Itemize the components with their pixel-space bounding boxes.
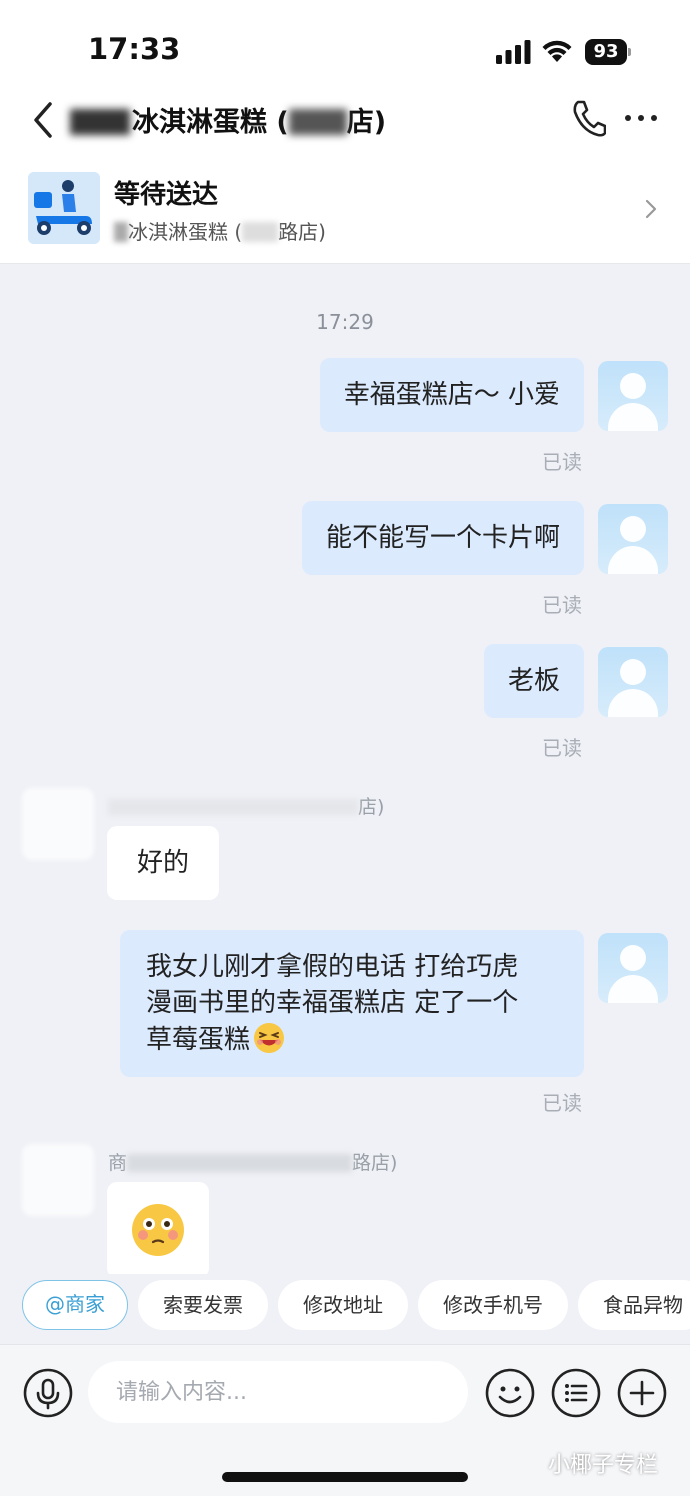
- chat-area[interactable]: 17:29 幸福蛋糕店～ 小爱 已读 能不能写一个卡片啊 已读 老板 已读 店)…: [0, 264, 690, 1274]
- sender-name-suffix: 店): [358, 796, 385, 818]
- message-line: 漫画书里的幸福蛋糕店 定了一个: [146, 988, 519, 1018]
- order-shop-main: 冰淇淋蛋糕 (: [128, 220, 243, 244]
- user-avatar[interactable]: [598, 361, 668, 431]
- outgoing-message[interactable]: 老板: [483, 644, 584, 718]
- order-shop-name: 冰淇淋蛋糕 ( 路店): [114, 216, 326, 245]
- chat-title: 冰淇淋蛋糕 ( 店): [70, 100, 386, 139]
- input-bar: 小椰子专栏: [0, 1344, 690, 1496]
- status-bar: 17:33 93: [0, 0, 690, 90]
- quick-reply-bar: @商家 索要发票 修改地址 修改手机号 食品异物: [0, 1274, 690, 1338]
- grinning-squint-icon: [254, 1023, 285, 1053]
- chip-change-phone[interactable]: 修改手机号: [418, 1280, 568, 1330]
- watermark: 小椰子专栏: [548, 1453, 659, 1478]
- outgoing-message[interactable]: 我女儿刚才拿假的电话 打给巧虎 漫画书里的幸福蛋糕店 定了一个 草莓蛋糕: [120, 930, 584, 1077]
- redacted-blur: [114, 222, 128, 242]
- chat-timestamp: 17:29: [316, 310, 374, 334]
- cellular-signal-icon: [496, 40, 531, 64]
- chat-title-suffix: 店): [346, 107, 387, 138]
- chip-change-address[interactable]: 修改地址: [278, 1280, 408, 1330]
- battery-tip: [628, 48, 631, 56]
- list-menu-icon[interactable]: [550, 1367, 602, 1419]
- home-indicator[interactable]: [222, 1472, 468, 1482]
- phone-icon[interactable]: [570, 98, 606, 138]
- read-receipt: 已读: [542, 736, 582, 760]
- sender-name-prefix: 商: [108, 1152, 128, 1174]
- chip-foreign-object[interactable]: 食品异物: [578, 1280, 690, 1330]
- read-receipt: 已读: [542, 593, 582, 617]
- redacted-blur: [108, 799, 358, 815]
- flushed-face-icon: [132, 1204, 184, 1256]
- incoming-message[interactable]: 好的: [107, 826, 220, 900]
- outgoing-message[interactable]: 能不能写一个卡片啊: [301, 501, 584, 575]
- read-receipt: 已读: [542, 1091, 582, 1115]
- chat-title-main: 冰淇淋蛋糕 (: [132, 107, 289, 138]
- outgoing-message[interactable]: 幸福蛋糕店～ 小爱: [319, 358, 584, 432]
- redacted-blur: [288, 109, 347, 135]
- order-status-card[interactable]: 等待送达 冰淇淋蛋糕 ( 路店): [0, 152, 690, 264]
- battery-level: 93: [585, 39, 627, 65]
- shop-avatar[interactable]: [22, 1144, 94, 1216]
- order-shop-suffix: 路店): [278, 220, 326, 244]
- redacted-blur: [70, 109, 130, 135]
- user-avatar[interactable]: [598, 933, 668, 1003]
- chevron-left-icon[interactable]: [28, 98, 58, 142]
- delivery-scooter-icon: [28, 172, 100, 244]
- wifi-icon: [542, 40, 572, 62]
- message-line-text: 草莓蛋糕: [146, 1025, 251, 1055]
- user-avatar[interactable]: [598, 504, 668, 574]
- status-time: 17:33: [88, 32, 181, 66]
- order-status-title: 等待送达: [114, 180, 219, 210]
- nav-bar: 冰淇淋蛋糕 ( 店): [0, 90, 690, 152]
- shop-avatar[interactable]: [22, 788, 94, 860]
- sender-name: 商 路店): [108, 1148, 428, 1175]
- plus-icon[interactable]: [616, 1367, 668, 1419]
- microphone-icon[interactable]: [22, 1367, 74, 1419]
- message-input[interactable]: [88, 1361, 468, 1423]
- read-receipt: 已读: [542, 450, 582, 474]
- chip-at-merchant[interactable]: @商家: [22, 1280, 128, 1330]
- sender-name: 店): [108, 792, 408, 819]
- sender-name-suffix: 路店): [352, 1152, 398, 1174]
- battery-icon: 93: [585, 39, 631, 65]
- redacted-blur: [127, 1154, 353, 1172]
- incoming-emoji-message[interactable]: [107, 1182, 209, 1274]
- emoji-icon[interactable]: [484, 1367, 536, 1419]
- message-line: 我女儿刚才拿假的电话 打给巧虎: [146, 952, 519, 982]
- chip-request-invoice[interactable]: 索要发票: [138, 1280, 268, 1330]
- user-avatar[interactable]: [598, 647, 668, 717]
- chevron-right-icon: [645, 199, 657, 219]
- more-dots-icon[interactable]: [624, 108, 658, 128]
- message-line-last: 草莓蛋糕: [146, 1021, 560, 1058]
- redacted-blur: [242, 222, 279, 242]
